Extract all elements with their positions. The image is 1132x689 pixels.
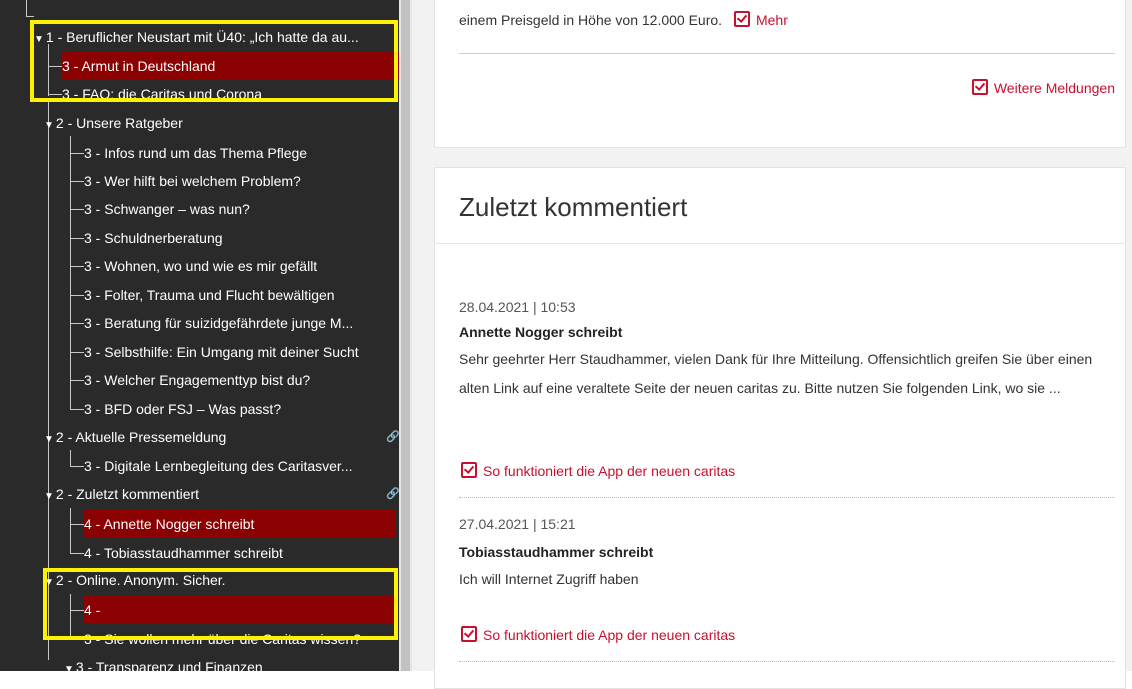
tree-connector xyxy=(70,508,71,553)
comment-date: 28.04.2021 | 10:53 xyxy=(459,299,576,315)
tree-item-bfd-fsj[interactable]: 3 - BFD oder FSJ – Was passt? xyxy=(84,395,396,423)
check-box-icon xyxy=(733,11,750,27)
tree-item-label: 2 - Unsere Ratgeber xyxy=(55,115,183,131)
comment-author: Tobiasstaudhammer schreibt xyxy=(459,544,654,560)
tree-item-label: 3 - Digitale Lernbegleitung des Caritasv… xyxy=(84,458,353,474)
tree-item-label: 3 - BFD oder FSJ – Was passt? xyxy=(84,401,282,417)
tree-item-label: 3 - Beratung für suizidgefährdete junge … xyxy=(84,315,354,331)
tree-item-folter-trauma[interactable]: 3 - Folter, Trauma und Flucht bewältigen xyxy=(84,281,396,309)
more-news-link-label: Weitere Meldungen xyxy=(993,80,1115,96)
highlight-box-bottom xyxy=(43,568,398,640)
comment-article-link-label: So funktioniert die App der neuen carita… xyxy=(483,463,736,479)
tree-connector xyxy=(70,136,71,410)
more-news-link[interactable]: Weitere Meldungen xyxy=(971,79,1115,96)
tree-connector xyxy=(26,16,34,17)
comment-divider xyxy=(459,497,1115,498)
comments-card: Zuletzt kommentiert 28.04.2021 | 10:53 A… xyxy=(434,167,1126,689)
comment-text: Ich will Internet Zugriff haben xyxy=(459,571,639,587)
tree-item-label: 4 - Tobiasstaudhammer schreibt xyxy=(84,545,283,561)
tree-item-annette-nogger[interactable]: 4 - Annette Nogger schreibt xyxy=(84,510,396,538)
tree-connector xyxy=(70,380,84,381)
tree-item-label: 3 - Wer hilft bei welchem Problem? xyxy=(84,173,301,189)
tree-item-schwanger[interactable]: 3 - Schwanger – was nun? xyxy=(84,195,396,223)
tree-item-label: 3 - Folter, Trauma und Flucht bewältigen xyxy=(84,287,335,303)
more-link-label: Mehr xyxy=(755,12,788,28)
news-card: einem Preisgeld in Höhe von 12.000 Euro.… xyxy=(434,0,1126,148)
tree-item-label: 3 - Welcher Engagementtyp bist du? xyxy=(84,372,311,388)
comment-text: Sehr geehrter Herr Staudhammer, vielen D… xyxy=(459,351,1093,396)
news-intro-text: einem Preisgeld in Höhe von 12.000 Euro. xyxy=(459,12,723,28)
tree-connector xyxy=(70,181,84,182)
news-intro: einem Preisgeld in Höhe von 12.000 Euro.… xyxy=(459,11,788,28)
tree-connector xyxy=(70,466,84,467)
tree-item-selbsthilfe-sucht[interactable]: 3 - Selbsthilfe: Ein Umgang mit deiner S… xyxy=(84,338,396,366)
tree-item-label: 2 - Aktuelle Pressemeldung xyxy=(55,429,227,445)
tree-item-wer-hilft[interactable]: 3 - Wer hilft bei welchem Problem? xyxy=(84,167,396,195)
tree-item-schuldnerberatung[interactable]: 3 - Schuldnerberatung xyxy=(84,224,396,252)
tree-connector xyxy=(70,323,84,324)
tree-item-label: 3 - Wohnen, wo und wie es mir gefällt xyxy=(84,258,318,274)
tree-connector xyxy=(70,238,84,239)
tree-item-label: 3 - Schwanger – was nun? xyxy=(84,201,250,217)
tree-item-engagementtyp[interactable]: 3 - Welcher Engagementtyp bist du? xyxy=(84,366,396,394)
tree-connector xyxy=(70,266,84,267)
tree-connector xyxy=(26,0,27,16)
content-area: einem Preisgeld in Höhe von 12.000 Euro.… xyxy=(412,0,1132,689)
tree-connector xyxy=(70,295,84,296)
tree-item-tobiasstaudhammer[interactable]: 4 - Tobiasstaudhammer schreibt xyxy=(84,539,396,567)
tree-item-zuletzt-kommentiert[interactable]: ▼ 2 - Zuletzt kommentiert xyxy=(44,480,384,508)
scrollbar-thumb[interactable] xyxy=(401,0,410,671)
comments-heading: Zuletzt kommentiert xyxy=(459,192,688,222)
comment-article-link[interactable]: So funktioniert die App der neuen carita… xyxy=(461,462,735,479)
tree-item-label: 2 - Zuletzt kommentiert xyxy=(55,486,200,502)
page-tree-panel: ▼ 1 - Beruflicher Neustart mit Ü40: „Ich … xyxy=(0,0,399,671)
tree-item-pflege[interactable]: 3 - Infos rund um das Thema Pflege xyxy=(84,139,396,167)
divider xyxy=(459,53,1115,54)
tree-item-transparenz-finanzen[interactable]: ▼ 3 - Transparenz und Finanzen xyxy=(64,653,384,671)
comment-article-link[interactable]: So funktioniert die App der neuen carita… xyxy=(461,626,735,643)
more-link[interactable]: Mehr xyxy=(733,11,788,28)
tree-connector xyxy=(70,524,84,525)
tree-item-aktuelle-pressemeldung[interactable]: ▼ 2 - Aktuelle Pressemeldung xyxy=(44,423,384,451)
tree-item-label: 3 - Selbsthilfe: Ein Umgang mit deiner S… xyxy=(84,344,359,360)
tree-item-suizid-beratung[interactable]: 3 - Beratung für suizidgefährdete junge … xyxy=(84,309,396,337)
highlight-box-top xyxy=(30,20,398,102)
tree-item-label: 3 - Infos rund um das Thema Pflege xyxy=(84,145,308,161)
comment-author: Annette Nogger schreibt xyxy=(459,324,623,340)
comment-divider xyxy=(459,661,1115,662)
check-box-icon xyxy=(971,79,988,95)
tree-item-digitale-lernbegleitung[interactable]: 3 - Digitale Lernbegleitung des Caritasv… xyxy=(84,452,396,480)
expand-triangle-icon[interactable]: ▼ xyxy=(44,120,54,131)
expand-triangle-icon[interactable]: ▼ xyxy=(44,434,54,445)
tree-item-label: 4 - Annette Nogger schreibt xyxy=(84,516,255,532)
divider xyxy=(435,243,1125,244)
link-icon[interactable]: 🔗 xyxy=(386,430,399,443)
tree-item-label: 3 - Schuldnerberatung xyxy=(84,230,223,246)
tree-connector xyxy=(70,209,84,210)
tree-connector xyxy=(70,450,71,466)
check-box-icon xyxy=(461,462,477,478)
tree-connector xyxy=(70,352,84,353)
tree-connector xyxy=(70,553,84,554)
tree-connector xyxy=(70,153,84,154)
tree-item-wohnen[interactable]: 3 - Wohnen, wo und wie es mir gefällt xyxy=(84,252,396,280)
comment-date: 27.04.2021 | 15:21 xyxy=(459,516,576,532)
comment-article-link-label: So funktioniert die App der neuen carita… xyxy=(483,627,736,643)
tree-item-unsere-ratgeber[interactable]: ▼ 2 - Unsere Ratgeber xyxy=(44,109,384,137)
tree-scrollbar[interactable] xyxy=(399,0,412,671)
link-icon[interactable]: 🔗 xyxy=(386,487,399,500)
expand-triangle-icon[interactable]: ▼ xyxy=(44,491,54,502)
check-box-icon xyxy=(461,626,477,642)
tree-connector xyxy=(70,409,84,410)
expand-triangle-icon[interactable]: ▼ xyxy=(64,664,74,671)
tree-item-label: 3 - Transparenz und Finanzen xyxy=(75,659,263,671)
